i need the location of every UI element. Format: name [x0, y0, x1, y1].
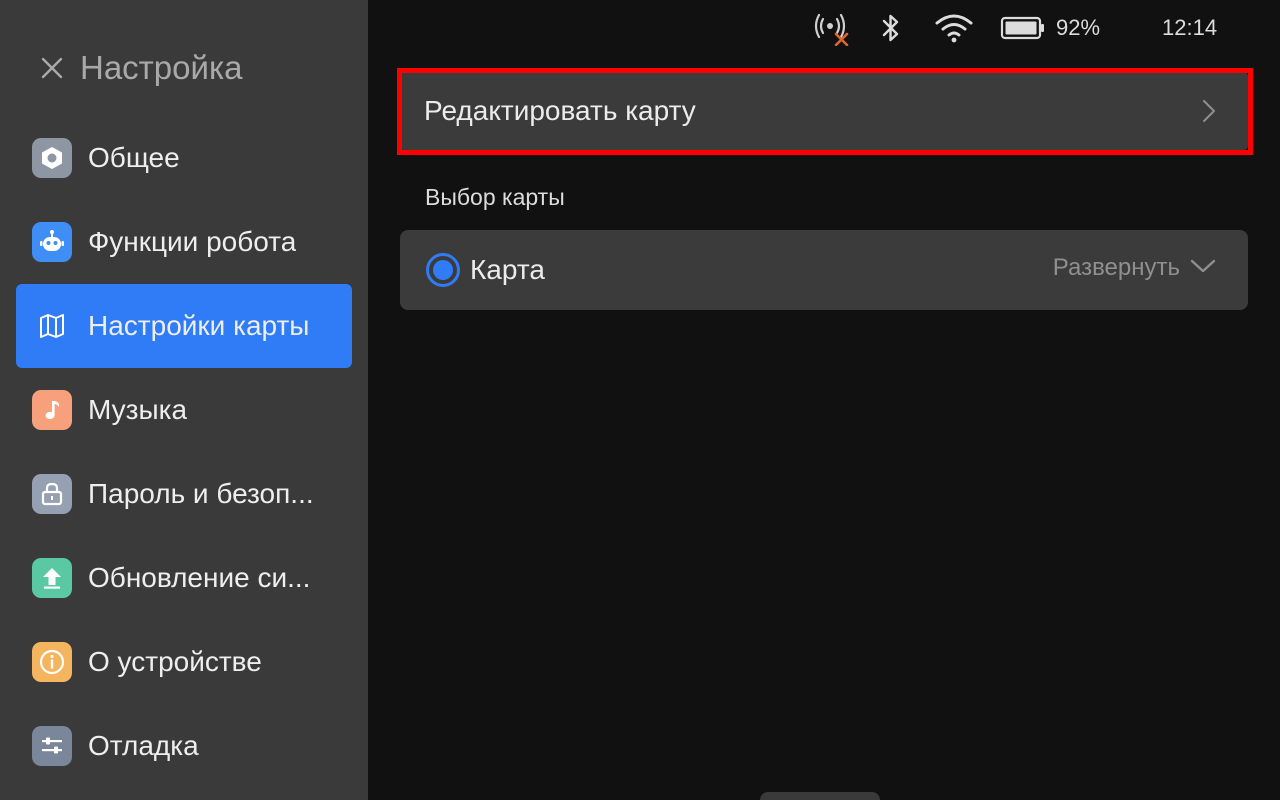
sidebar-item-label: Музыка: [88, 394, 188, 425]
upload-arrow-icon: [32, 558, 72, 598]
wireless-disconnected-icon: [812, 10, 852, 46]
robot-icon: [32, 222, 72, 262]
sidebar-item-label: О устройстве: [88, 646, 262, 677]
sidebar-item-label: Функции робота: [88, 226, 297, 257]
sidebar-item-general[interactable]: Общее: [16, 116, 352, 200]
sidebar-item-label: Отладка: [88, 730, 199, 761]
music-note-icon: [32, 390, 72, 430]
sidebar-item-label: Общее: [88, 142, 180, 173]
sidebar-item-label: Настройки карты: [88, 310, 310, 341]
home-indicator[interactable]: [760, 792, 880, 800]
map-radio-button[interactable]: [426, 253, 460, 287]
chevron-down-icon: [1190, 258, 1216, 279]
sidebar-nav: Общее Функции робота Настройки карты Муз…: [16, 116, 352, 788]
bluetooth-icon: [878, 10, 904, 46]
sliders-icon: [32, 726, 72, 766]
edit-map-row[interactable]: Редактировать карту: [400, 72, 1248, 150]
lock-icon: [32, 474, 72, 514]
sidebar-item-label: Пароль и безоп...: [88, 478, 314, 509]
battery-icon: [1000, 10, 1046, 46]
close-icon[interactable]: [38, 54, 66, 82]
map-icon: [32, 306, 72, 346]
sidebar-item-robot-functions[interactable]: Функции робота: [16, 200, 352, 284]
section-title: Выбор карты: [425, 184, 565, 210]
map-name: Карта: [470, 254, 545, 285]
expand-button[interactable]: Развернуть: [1053, 254, 1216, 282]
info-icon: [32, 642, 72, 682]
sidebar-item-security[interactable]: Пароль и безоп...: [16, 452, 352, 536]
sidebar-item-label: Обновление си...: [88, 562, 311, 593]
sidebar-item-music[interactable]: Музыка: [16, 368, 352, 452]
battery-percent: 92%: [1056, 15, 1101, 40]
sidebar-item-about-device[interactable]: О устройстве: [16, 620, 352, 704]
clock: 12:14: [1162, 15, 1218, 40]
wifi-icon: [934, 10, 974, 46]
sidebar-item-system-update[interactable]: Обновление си...: [16, 536, 352, 620]
sidebar: Настройка Общее Функции робота Настройки…: [0, 0, 368, 800]
sidebar-item-debug[interactable]: Отладка: [16, 704, 352, 788]
map-list-item: Карта Развернуть: [400, 230, 1248, 310]
edit-map-label: Редактировать карту: [424, 95, 696, 126]
sidebar-item-map-settings[interactable]: Настройки карты: [16, 284, 352, 368]
sidebar-header: Настройка: [38, 48, 242, 88]
sidebar-title: Настройка: [80, 49, 243, 86]
status-bar: 92% 12:14: [368, 0, 1280, 56]
radio-selected-dot: [433, 260, 453, 280]
chevron-right-icon: [1202, 99, 1216, 128]
hexagon-icon: [32, 138, 72, 178]
expand-label: Развернуть: [1052, 254, 1180, 281]
